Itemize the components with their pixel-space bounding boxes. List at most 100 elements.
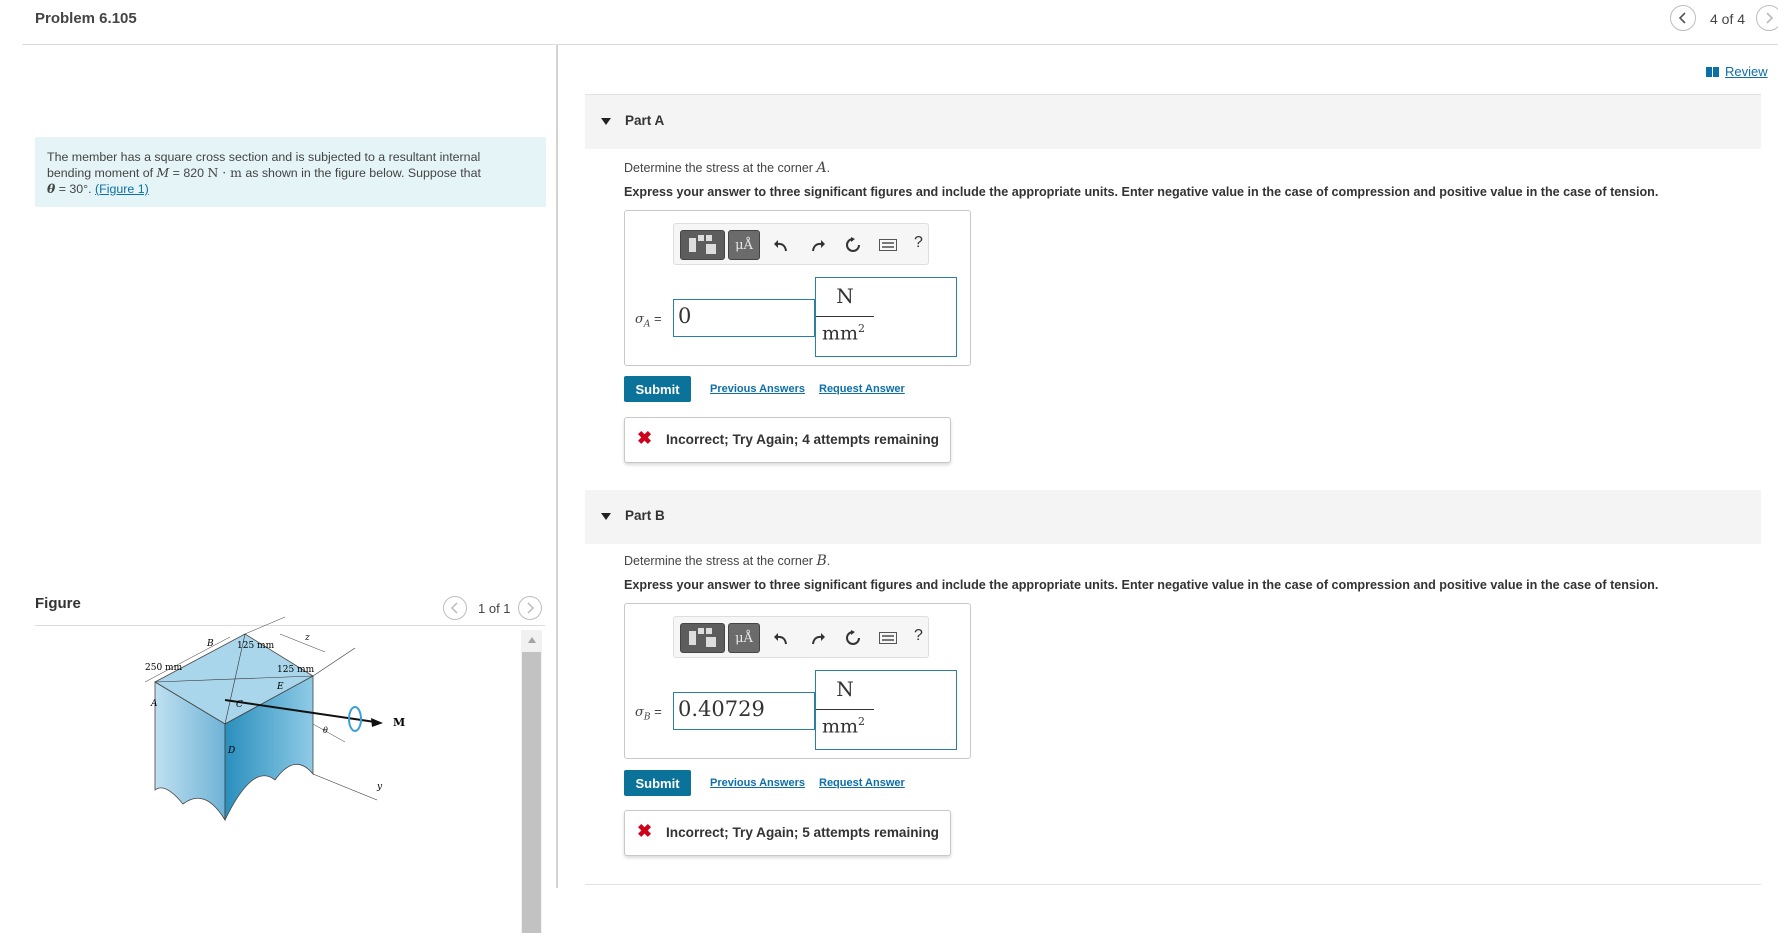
- item-pager: 4 of 4: [1710, 11, 1746, 27]
- unit-denominator-text: mm: [822, 322, 859, 345]
- part-a-question: Determine the stress at the corner A.: [624, 160, 830, 176]
- unit-exponent: 2: [858, 715, 866, 728]
- part-a-answer-box: μÅ ? σA = 0 N mm2: [624, 210, 971, 366]
- chevron-left-icon: [1678, 12, 1686, 24]
- page-title: Problem 6.105: [35, 10, 137, 27]
- reset-icon: [846, 237, 860, 252]
- reset-icon: [846, 630, 860, 645]
- templates-button[interactable]: [680, 623, 725, 653]
- review-label: Review: [1725, 64, 1768, 79]
- label-y: y: [376, 782, 383, 792]
- figure-link[interactable]: (Figure 1): [95, 182, 149, 196]
- fraction-bar: [816, 316, 874, 317]
- part-a-feedback: ✖ Incorrect; Try Again; 4 attempts remai…: [624, 417, 951, 463]
- figure-prev-button[interactable]: [443, 596, 467, 620]
- part-b-request-answer-link[interactable]: Request Answer: [819, 777, 905, 789]
- figure-pager: 1 of 1: [478, 601, 511, 616]
- undo-icon: [774, 633, 787, 645]
- z-axis: [312, 647, 356, 677]
- label-dim-125-top: 125 mm: [237, 641, 275, 651]
- part-a-instruction: Express your answer to three significant…: [624, 185, 1659, 199]
- label-z: z: [304, 633, 310, 643]
- part-b-question: Determine the stress at the corner B.: [624, 553, 830, 569]
- triangle-up-icon: [527, 637, 536, 643]
- part-a-value-input[interactable]: 0: [673, 299, 815, 337]
- help-button[interactable]: ?: [914, 234, 923, 252]
- label-C: C: [236, 700, 243, 710]
- math-toolbar: μÅ ?: [673, 223, 929, 265]
- templates-icon: [689, 628, 716, 647]
- left-panel: The member has a square cross section an…: [0, 45, 556, 933]
- problem-text-2a: bending moment of: [47, 166, 157, 180]
- templates-button[interactable]: [680, 230, 725, 260]
- feedback-message: Incorrect; Try Again; 4 attempts remaini…: [666, 432, 939, 447]
- moment-arrowhead: [371, 718, 383, 727]
- review-link[interactable]: Review: [1706, 64, 1768, 79]
- unit-numerator: N: [836, 677, 854, 701]
- chevron-left-icon: [450, 602, 458, 614]
- problem-text-2c: as shown in the figure below. Suppose th…: [241, 166, 481, 180]
- part-a-unit-input[interactable]: N mm2: [815, 277, 957, 357]
- label-M: M: [393, 716, 405, 729]
- keyboard-icon: [879, 239, 897, 251]
- label-B: B: [206, 639, 214, 649]
- figure-next-button[interactable]: [518, 596, 542, 620]
- sigma-symbol: σ: [635, 312, 644, 327]
- redo-button[interactable]: [807, 234, 829, 256]
- part-a-header[interactable]: Part A: [585, 95, 1761, 149]
- scroll-thumb[interactable]: [522, 652, 541, 933]
- undo-button[interactable]: [770, 627, 792, 649]
- sigma-subscript: B: [643, 712, 651, 723]
- part-a-label: Part A: [625, 113, 665, 128]
- scroll-up-arrow[interactable]: [521, 630, 542, 650]
- sigma-a-label: σA =: [635, 311, 662, 330]
- unit-denominator: mm2: [822, 715, 865, 737]
- label-theta: θ: [323, 726, 328, 735]
- collapse-triangle-icon: [601, 513, 611, 520]
- unit-denominator: mm2: [822, 322, 865, 344]
- keyboard-button[interactable]: [877, 234, 899, 256]
- redo-button[interactable]: [807, 627, 829, 649]
- sigma-symbol: σ: [635, 705, 644, 720]
- reset-button[interactable]: [842, 234, 864, 256]
- part-b-submit-button[interactable]: Submit: [624, 770, 691, 796]
- undo-icon: [774, 240, 787, 252]
- figure-diagram: B 125 mm z 250 mm 125 mm E A C M θ D y: [145, 616, 405, 822]
- next-item-button[interactable]: [1756, 5, 1778, 31]
- problem-text-1: The member has a square cross section an…: [47, 150, 481, 164]
- part-a-submit-button[interactable]: Submit: [624, 376, 691, 402]
- label-dim-250: 250 mm: [145, 663, 183, 673]
- question-suffix: .: [826, 161, 831, 175]
- label-D: D: [227, 746, 235, 756]
- chevron-right-icon: [1766, 12, 1774, 24]
- part-a-previous-answers-link[interactable]: Previous Answers: [710, 383, 805, 395]
- reset-button[interactable]: [842, 627, 864, 649]
- top-bar: Problem 6.105 4 of 4: [0, 0, 1778, 45]
- equals-sign: =: [650, 704, 662, 719]
- chevron-right-icon: [527, 602, 535, 614]
- unit-denominator-text: mm: [822, 715, 859, 738]
- question-text: Determine the stress at the corner: [624, 161, 817, 175]
- moment-unit: N · m: [207, 165, 242, 180]
- keyboard-button[interactable]: [877, 627, 899, 649]
- redo-icon: [812, 633, 825, 645]
- help-button[interactable]: ?: [914, 627, 923, 645]
- part-b-header[interactable]: Part B: [585, 490, 1761, 544]
- unit-numerator: N: [836, 284, 854, 308]
- part-b-answer-box: μÅ ? σB = 0.40729 N mm2: [624, 603, 971, 759]
- units-button[interactable]: μÅ: [728, 230, 760, 260]
- part-b-previous-answers-link[interactable]: Previous Answers: [710, 777, 805, 789]
- part-b-unit-input[interactable]: N mm2: [815, 670, 957, 750]
- keyboard-icon: [879, 632, 897, 644]
- undo-button[interactable]: [770, 234, 792, 256]
- units-button[interactable]: μÅ: [728, 623, 760, 653]
- part-b-value-input[interactable]: 0.40729: [673, 692, 815, 730]
- feedback-message: Incorrect; Try Again; 5 attempts remaini…: [666, 825, 939, 840]
- book-icon: [1706, 66, 1719, 77]
- collapse-triangle-icon: [601, 118, 611, 125]
- part-b-feedback: ✖ Incorrect; Try Again; 5 attempts remai…: [624, 810, 951, 856]
- part-a-request-answer-link[interactable]: Request Answer: [819, 383, 905, 395]
- redo-icon: [812, 240, 825, 252]
- previous-item-button[interactable]: [1670, 5, 1696, 31]
- dimension-line: [244, 616, 286, 635]
